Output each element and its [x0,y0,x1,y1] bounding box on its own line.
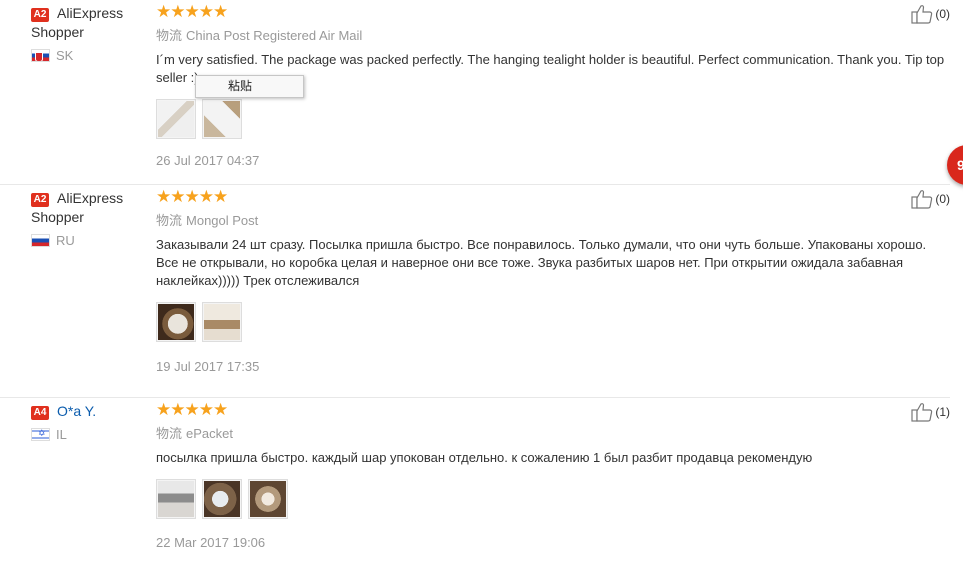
reviewer-country: RU [31,233,141,248]
country-code: IL [56,427,67,442]
review-photo-thumbnail[interactable] [156,302,196,342]
logistics-info: 物流 ePacket [156,423,940,442]
review-photo-thumbnail[interactable] [248,479,288,519]
logistics-label: 物流 [156,28,183,43]
review-body: ★★★★★ 物流 Mongol Post Заказывали 24 шт сра… [156,188,940,374]
review-photo-thumbnail[interactable] [202,479,242,519]
review-photo-thumbnail[interactable] [156,479,196,519]
review-photo-thumbnail[interactable] [202,302,242,342]
thumbs-up-icon [911,190,933,209]
reviewer-info: A2 AliExpress Shopper RU [31,189,141,248]
reviewer-country: IL [31,427,141,442]
review-photos [156,479,940,519]
review-photo-thumbnail[interactable] [202,99,242,139]
logistics-info: 物流 Mongol Post [156,210,940,229]
review-photos [156,99,940,139]
flag-sk-icon [31,49,50,62]
star-rating: ★★★★★ [156,400,228,419]
country-code: SK [56,48,74,63]
reviewer-info: A4 O*a Y. IL [31,402,141,442]
review-photo-thumbnail[interactable] [156,99,196,139]
helpful-button[interactable]: (0) [911,189,950,209]
review-photos [156,302,940,342]
paste-context-menu-item[interactable]: 粘贴 [195,75,304,98]
flag-ru-icon [31,234,50,247]
helpful-button[interactable]: (0) [911,4,950,24]
logistics-method: ePacket [186,426,233,441]
review-text: посылка пришла быстро. каждый шар упоков… [156,450,813,465]
thumbs-up-icon [911,5,933,24]
helpful-count: (1) [935,405,950,419]
review-date: 19 Jul 2017 17:35 [156,359,260,374]
helpful-count: (0) [935,7,950,21]
country-code: RU [56,233,75,248]
review-date: 26 Jul 2017 04:37 [156,153,260,168]
reviewer-info: A2 AliExpress Shopper SK [31,4,141,63]
helpful-count: (0) [935,192,950,206]
logistics-info: 物流 China Post Registered Air Mail [156,25,940,44]
thumbs-up-icon [911,403,933,422]
star-rating: ★★★★★ [156,2,228,21]
reviewer-country: SK [31,48,141,63]
review-date: 22 Mar 2017 19:06 [156,535,266,550]
flag-il-icon [31,428,50,441]
buyer-level-badge: A2 [31,193,49,207]
review-text: Заказывали 24 шт сразу. Посылка пришла б… [156,237,927,288]
logistics-method: China Post Registered Air Mail [186,28,363,43]
logistics-label: 物流 [156,213,183,228]
star-rating: ★★★★★ [156,187,228,206]
reviewer-name[interactable]: O*a Y. [57,403,96,419]
logistics-label: 物流 [156,426,183,441]
buyer-level-badge: A2 [31,8,49,22]
review-item: A4 O*a Y. IL ★★★★★ 物流ePacket посылка приш… [0,398,950,562]
review-body: ★★★★★ 物流 ePacket посылка пришла быстро. к… [156,401,940,550]
review-item: A2 AliExpress Shopper RU ★★★★★ 物流 Mongol P… [0,185,950,398]
logistics-method: Mongol Post [186,213,259,228]
helpful-button[interactable]: (1) [911,402,950,422]
review-item: A2 AliExpress Shopper SK ★★★★★ 物流 China Po… [0,0,950,185]
buyer-level-badge: A4 [31,406,49,420]
